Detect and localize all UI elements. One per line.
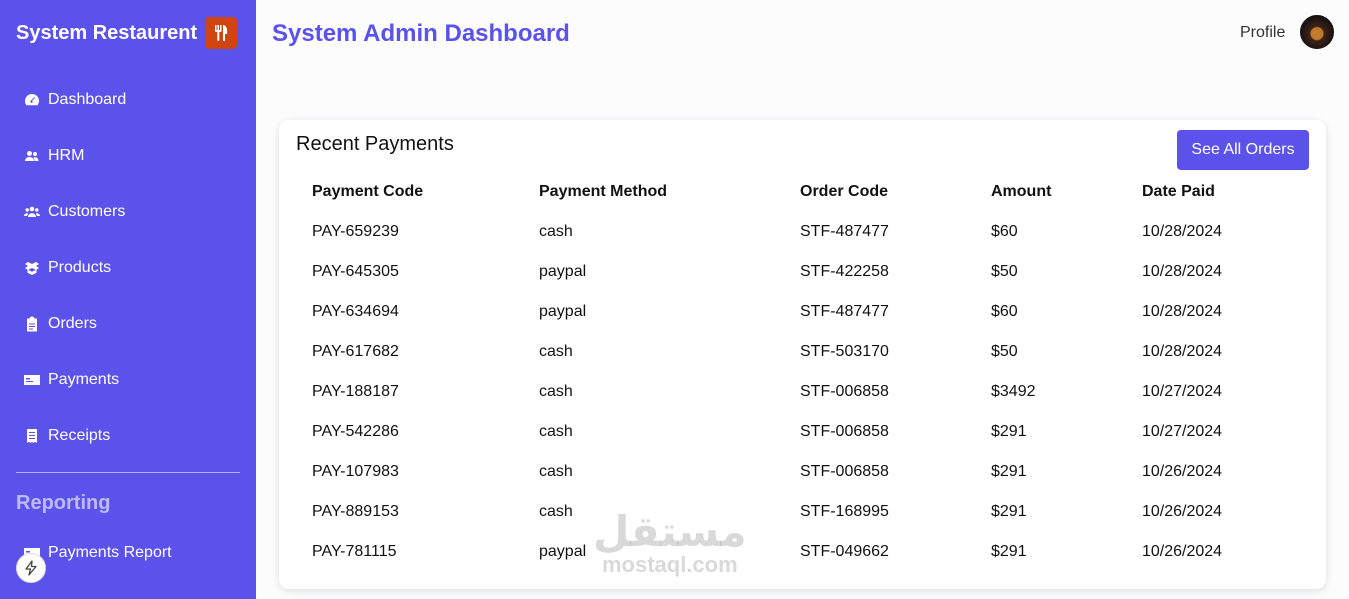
- order-code-cell: STF-503170: [800, 343, 889, 360]
- card-title: Recent Payments: [296, 133, 454, 155]
- payment-method-cell: paypal: [539, 303, 587, 320]
- date-paid-cell: 10/26/2024: [1142, 503, 1223, 520]
- table-row: PAY-645305 paypal STF-422258 $50 10/28/2…: [296, 252, 1306, 292]
- sidebar-item-receipts[interactable]: Receipts: [24, 424, 110, 448]
- payment-code-cell: PAY-107983: [312, 463, 399, 480]
- gauge-icon: [24, 92, 40, 108]
- payment-code-cell: PAY-542286: [312, 423, 399, 440]
- sidebar-item-orders[interactable]: Orders: [24, 312, 97, 336]
- amount-cell: $291: [991, 503, 1027, 520]
- lightning-icon[interactable]: [16, 553, 46, 583]
- date-paid-cell: 10/28/2024: [1142, 223, 1223, 240]
- date-paid-cell: 10/27/2024: [1142, 423, 1223, 440]
- sidebar-item-payments-report[interactable]: Payments Report: [24, 541, 172, 565]
- sidebar-divider: [16, 472, 240, 473]
- payment-code-cell: PAY-634694: [312, 303, 399, 320]
- column-header: Order Code: [800, 183, 889, 200]
- payment-method-cell: paypal: [539, 543, 587, 560]
- page-title: System Admin Dashboard: [272, 20, 570, 47]
- order-code-cell: STF-006858: [800, 463, 889, 480]
- date-paid-cell: 10/28/2024: [1142, 343, 1223, 360]
- order-code-cell: STF-168995: [800, 503, 889, 520]
- payment-code-cell: PAY-659239: [312, 223, 399, 240]
- sidebar-item-label: Customers: [48, 203, 126, 220]
- amount-cell: $50: [991, 263, 1018, 280]
- avatar[interactable]: [1300, 15, 1334, 49]
- payment-method-cell: cash: [539, 423, 573, 440]
- payment-code-cell: PAY-645305: [312, 263, 399, 280]
- amount-cell: $50: [991, 343, 1018, 360]
- amount-cell: $60: [991, 303, 1018, 320]
- brand[interactable]: System Restaurent: [16, 17, 238, 49]
- table-row: PAY-107983 cash STF-006858 $291 10/26/20…: [296, 452, 1306, 492]
- card-icon: [24, 372, 40, 388]
- table-row: PAY-781115 paypal STF-049662 $291 10/26/…: [296, 532, 1306, 572]
- brand-title: System Restaurent: [16, 21, 198, 44]
- sidebar-item-products[interactable]: Products: [24, 256, 111, 280]
- payments-table: Payment Code Payment Method Order Code A…: [296, 172, 1306, 572]
- payment-method-cell: paypal: [539, 263, 587, 280]
- box-icon: [24, 260, 40, 276]
- amount-cell: $291: [991, 463, 1027, 480]
- sidebar-item-label: Payments: [48, 371, 120, 388]
- sidebar-item-label: Products: [48, 259, 112, 276]
- order-code-cell: STF-487477: [800, 303, 889, 320]
- sidebar-item-customers[interactable]: Customers: [24, 200, 125, 224]
- sidebar-item-hrm[interactable]: HRM: [24, 144, 84, 168]
- amount-cell: $291: [991, 543, 1027, 560]
- payment-method-cell: cash: [539, 463, 573, 480]
- section-title-reporting: Reporting: [16, 492, 111, 514]
- table-row: PAY-617682 cash STF-503170 $50 10/28/202…: [296, 332, 1306, 372]
- date-paid-cell: 10/26/2024: [1142, 543, 1223, 560]
- payment-code-cell: PAY-617682: [312, 343, 399, 360]
- see-all-orders-button[interactable]: See All Orders: [1177, 130, 1309, 170]
- order-code-cell: STF-006858: [800, 383, 889, 400]
- amount-cell: $3492: [991, 383, 1036, 400]
- column-header: Amount: [991, 183, 1052, 200]
- amount-cell: $291: [991, 423, 1027, 440]
- order-code-cell: STF-422258: [800, 263, 889, 280]
- column-header: Date Paid: [1142, 183, 1215, 200]
- group-icon: [24, 204, 40, 220]
- sidebar-item-label: Dashboard: [48, 91, 127, 108]
- order-code-cell: STF-049662: [800, 543, 889, 560]
- date-paid-cell: 10/28/2024: [1142, 263, 1223, 280]
- column-header: Payment Method: [539, 183, 668, 200]
- clipboard-icon: [24, 316, 40, 332]
- users-icon: [24, 148, 40, 164]
- payment-code-cell: PAY-781115: [312, 543, 397, 560]
- date-paid-cell: 10/27/2024: [1142, 383, 1223, 400]
- order-code-cell: STF-487477: [800, 223, 889, 240]
- profile-link[interactable]: Profile: [1240, 24, 1285, 42]
- table-row: PAY-542286 cash STF-006858 $291 10/27/20…: [296, 412, 1306, 452]
- recent-payments-card: Recent Payments See All Orders Payment C…: [279, 120, 1326, 589]
- table-row: PAY-889153 cash STF-168995 $291 10/26/20…: [296, 492, 1306, 532]
- sidebar-item-dashboard[interactable]: Dashboard: [24, 88, 126, 112]
- sidebar-item-label: Payments Report: [48, 544, 172, 561]
- table-row: PAY-634694 paypal STF-487477 $60 10/28/2…: [296, 292, 1306, 332]
- payment-method-cell: cash: [539, 343, 573, 360]
- payment-code-cell: PAY-889153: [312, 503, 399, 520]
- payment-code-cell: PAY-188187: [312, 383, 399, 400]
- column-header: Payment Code: [312, 183, 424, 200]
- table-header-row: Payment Code Payment Method Order Code A…: [296, 172, 1306, 212]
- date-paid-cell: 10/26/2024: [1142, 463, 1223, 480]
- payment-method-cell: cash: [539, 383, 573, 400]
- sidebar-item-payments[interactable]: Payments: [24, 368, 119, 392]
- receipt-icon: [24, 428, 40, 444]
- sidebar: System Restaurent Dashboard HRM Customer…: [0, 0, 256, 599]
- table-row: PAY-659239 cash STF-487477 $60 10/28/202…: [296, 212, 1306, 252]
- sidebar-item-label: HRM: [48, 147, 85, 164]
- payment-method-cell: cash: [539, 223, 573, 240]
- table-row: PAY-188187 cash STF-006858 $3492 10/27/2…: [296, 372, 1306, 412]
- date-paid-cell: 10/28/2024: [1142, 303, 1223, 320]
- amount-cell: $60: [991, 223, 1018, 240]
- sidebar-item-label: Receipts: [48, 427, 111, 444]
- order-code-cell: STF-006858: [800, 423, 889, 440]
- sidebar-item-label: Orders: [48, 315, 97, 332]
- utensils-icon: [205, 17, 238, 49]
- payment-method-cell: cash: [539, 503, 573, 520]
